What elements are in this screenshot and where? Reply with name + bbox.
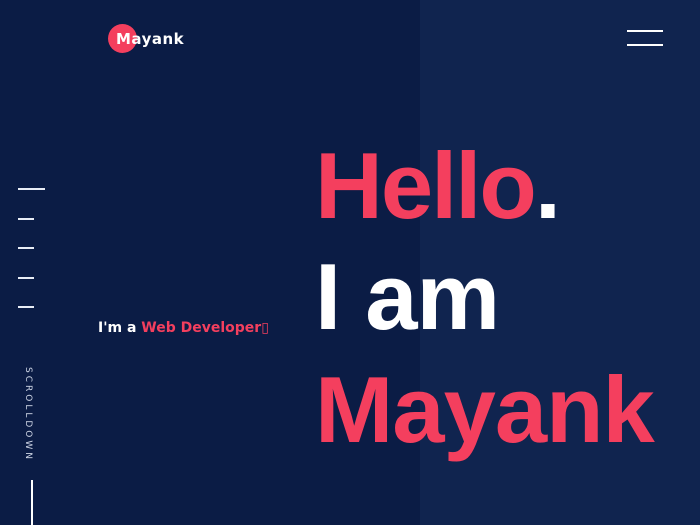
site-logo[interactable]: Mayank xyxy=(108,24,184,54)
side-nav-item-5[interactable] xyxy=(18,306,34,308)
side-nav-item-2[interactable] xyxy=(18,218,34,220)
hero-greeting-period: . xyxy=(534,133,561,238)
side-nav-item-4[interactable] xyxy=(18,277,34,279)
typing-cursor-icon: ▯ xyxy=(261,320,269,336)
scroll-down-label[interactable]: SCROLLDOWN xyxy=(23,367,33,462)
logo-text: Mayank xyxy=(116,30,185,48)
side-nav-item-1[interactable] xyxy=(18,188,45,190)
hero-greeting: Hello. xyxy=(315,139,561,233)
hero-intro: I am xyxy=(315,244,500,349)
tagline-prefix: I'm a xyxy=(98,320,142,336)
hamburger-menu-icon-line xyxy=(627,44,663,46)
hamburger-menu-icon xyxy=(627,30,663,32)
scroll-down-line xyxy=(31,480,33,525)
hero-name: Mayank xyxy=(315,357,655,462)
side-nav-item-3[interactable] xyxy=(18,247,34,249)
hero-greeting-text: Hello xyxy=(315,133,537,238)
tagline: I'm a Web Developer▯ xyxy=(98,320,269,336)
menu-button[interactable] xyxy=(627,30,663,48)
tagline-role: Web Developer xyxy=(141,320,262,336)
